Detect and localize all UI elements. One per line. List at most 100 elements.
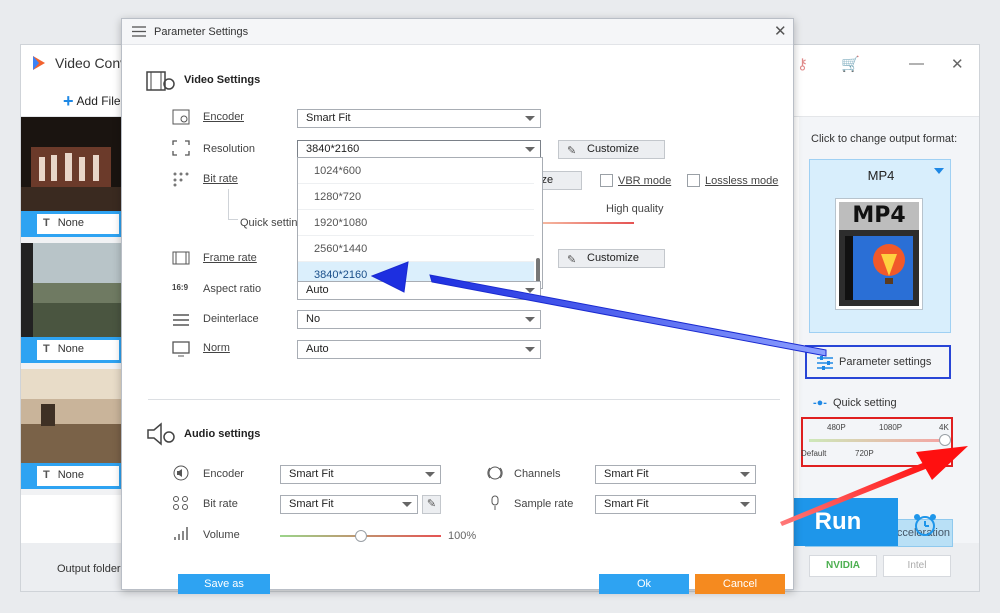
key-icon[interactable]: ⚷ <box>797 55 808 73</box>
bitrate-icon <box>173 172 189 187</box>
audio-encoder-select[interactable]: Smart Fit <box>280 465 441 484</box>
video-thumbnail[interactable] <box>21 369 121 463</box>
output-format-name: MP4 <box>867 168 895 183</box>
caret-down-icon <box>740 502 750 507</box>
norm-value: Auto <box>306 343 329 355</box>
cart-icon[interactable]: 🛒 <box>841 55 860 73</box>
resolution-label: Resolution <box>203 143 255 155</box>
audio-bitrate-edit-button[interactable]: ✎ <box>422 495 441 514</box>
bitrate-quick-setting-label: Quick setting <box>240 217 304 229</box>
audio-settings-title: Audio settings <box>184 428 261 440</box>
audio-bitrate-label: Bit rate <box>203 498 238 510</box>
add-files-label: Add File <box>76 94 121 108</box>
plus-icon: + <box>63 91 74 111</box>
audio-bitrate-value: Smart Fit <box>289 498 334 510</box>
resolution-option[interactable]: 1280*720 <box>298 184 534 210</box>
subtitle-select[interactable]: T None <box>37 466 119 486</box>
pencil-icon: ✎ <box>426 498 437 510</box>
subtitle-select[interactable]: T None <box>37 214 119 234</box>
aspect-ratio-select[interactable]: Auto <box>297 281 541 300</box>
minimize-icon[interactable]: — <box>909 55 924 72</box>
resolution-option[interactable]: 1920*1080 <box>298 210 534 236</box>
parameter-settings-label: Parameter settings <box>839 356 932 368</box>
slider-mini-icon: -●- <box>813 397 827 409</box>
tick-label: 480P <box>827 423 846 432</box>
close-icon[interactable]: ✕ <box>774 22 787 40</box>
deinterlace-label: Deinterlace <box>203 313 259 325</box>
app-logo-icon <box>33 56 45 70</box>
channels-select[interactable]: Smart Fit <box>595 465 756 484</box>
resolution-value: 3840*2160 <box>306 143 360 155</box>
vbr-mode-label[interactable]: VBR mode <box>618 175 671 187</box>
mp4-logo-text: MP4 <box>839 202 919 230</box>
save-as-button[interactable]: Save as <box>178 574 270 594</box>
frame-rate-customize-button[interactable]: ✎ Customize <box>558 249 665 268</box>
tick-label: 720P <box>855 449 874 458</box>
add-files-button[interactable]: + Add File <box>63 91 121 112</box>
sample-rate-value: Smart Fit <box>604 498 649 510</box>
encoder-icon <box>172 109 190 125</box>
nvidia-badge[interactable]: NVIDIA <box>809 555 877 577</box>
volume-slider-knob[interactable] <box>354 530 367 542</box>
norm-select[interactable]: Auto <box>297 340 541 359</box>
encoder-label[interactable]: Encoder <box>203 111 244 123</box>
sample-rate-select[interactable]: Smart Fit <box>595 495 756 514</box>
resolution-customize-button[interactable]: ✎ Customize <box>558 140 665 159</box>
lossless-mode-label[interactable]: Lossless mode <box>705 175 778 187</box>
mp4-format-icon: MP4 <box>835 198 923 310</box>
sliders-icon <box>817 356 833 370</box>
lossless-mode-checkbox[interactable] <box>687 174 700 187</box>
text-icon: T <box>43 469 50 481</box>
audio-bitrate-select[interactable]: Smart Fit <box>280 495 418 514</box>
bitrate-label[interactable]: Bit rate <box>203 173 238 185</box>
resolution-option[interactable]: 2560*1440 <box>298 236 534 262</box>
quick-setting-slider[interactable]: 480P 1080P 4K Default 720P <box>801 417 953 467</box>
subtitle-select[interactable]: T None <box>37 340 119 360</box>
close-app-icon[interactable]: ✕ <box>951 55 964 73</box>
cancel-button[interactable]: Cancel <box>695 574 785 594</box>
parameter-settings-dialog: Parameter Settings ✕ Video Settings Enco… <box>121 18 794 594</box>
quick-setting-label: -●- Quick setting <box>813 397 897 409</box>
run-button[interactable]: Run <box>778 498 898 546</box>
pencil-icon: ✎ <box>567 254 577 266</box>
dialog-title: Parameter Settings <box>154 26 249 38</box>
microphone-icon <box>491 495 499 510</box>
quick-setting-text: Quick setting <box>832 397 897 409</box>
sliders-icon <box>132 26 146 37</box>
output-format-selector[interactable]: MP4 MP4 <box>809 159 951 333</box>
channels-label: Channels <box>514 468 561 480</box>
aspect-ratio-label: Aspect ratio <box>203 283 262 295</box>
vbr-mode-checkbox[interactable] <box>600 174 613 187</box>
high-quality-label: High quality <box>606 203 664 215</box>
caret-down-icon <box>525 317 535 322</box>
slider-track[interactable] <box>809 439 947 442</box>
video-settings-icon <box>146 71 175 91</box>
dialog-titlebar: Parameter Settings ✕ <box>122 19 793 45</box>
deinterlace-value: No <box>306 313 321 325</box>
speaker-icon <box>173 465 189 481</box>
customize-label: Customize <box>587 252 639 264</box>
parameter-settings-button[interactable]: Parameter settings <box>805 345 951 379</box>
ok-button[interactable]: Ok <box>599 574 689 594</box>
tick-label: 1080P <box>879 423 903 432</box>
film-balloon-icon <box>845 236 913 300</box>
alarm-clock-icon[interactable] <box>910 510 940 540</box>
video-thumbnail[interactable] <box>21 117 121 211</box>
caret-down-icon <box>525 347 535 352</box>
intel-badge[interactable]: Intel <box>883 555 951 577</box>
slider-knob[interactable] <box>939 434 951 446</box>
video-thumbnail[interactable] <box>21 243 121 337</box>
frame-rate-label[interactable]: Frame rate <box>203 252 257 264</box>
resolution-option[interactable]: 1024*600 <box>298 158 534 184</box>
aspect-ratio-icon: 16:9 <box>172 283 189 292</box>
subtitle-row: T None <box>21 337 121 363</box>
video-encoder-select[interactable]: Smart Fit <box>297 109 541 128</box>
norm-label[interactable]: Norm <box>203 342 230 354</box>
frame-rate-icon <box>172 251 190 265</box>
bitrate-quality-slider[interactable] <box>542 222 634 224</box>
subtitle-value: None <box>57 217 85 229</box>
output-panel: Click to change output format: MP4 MP4 P… <box>799 117 979 577</box>
deinterlace-select[interactable]: No <box>297 310 541 329</box>
channels-icon <box>487 466 503 480</box>
app-title: Video Conv <box>55 55 128 71</box>
